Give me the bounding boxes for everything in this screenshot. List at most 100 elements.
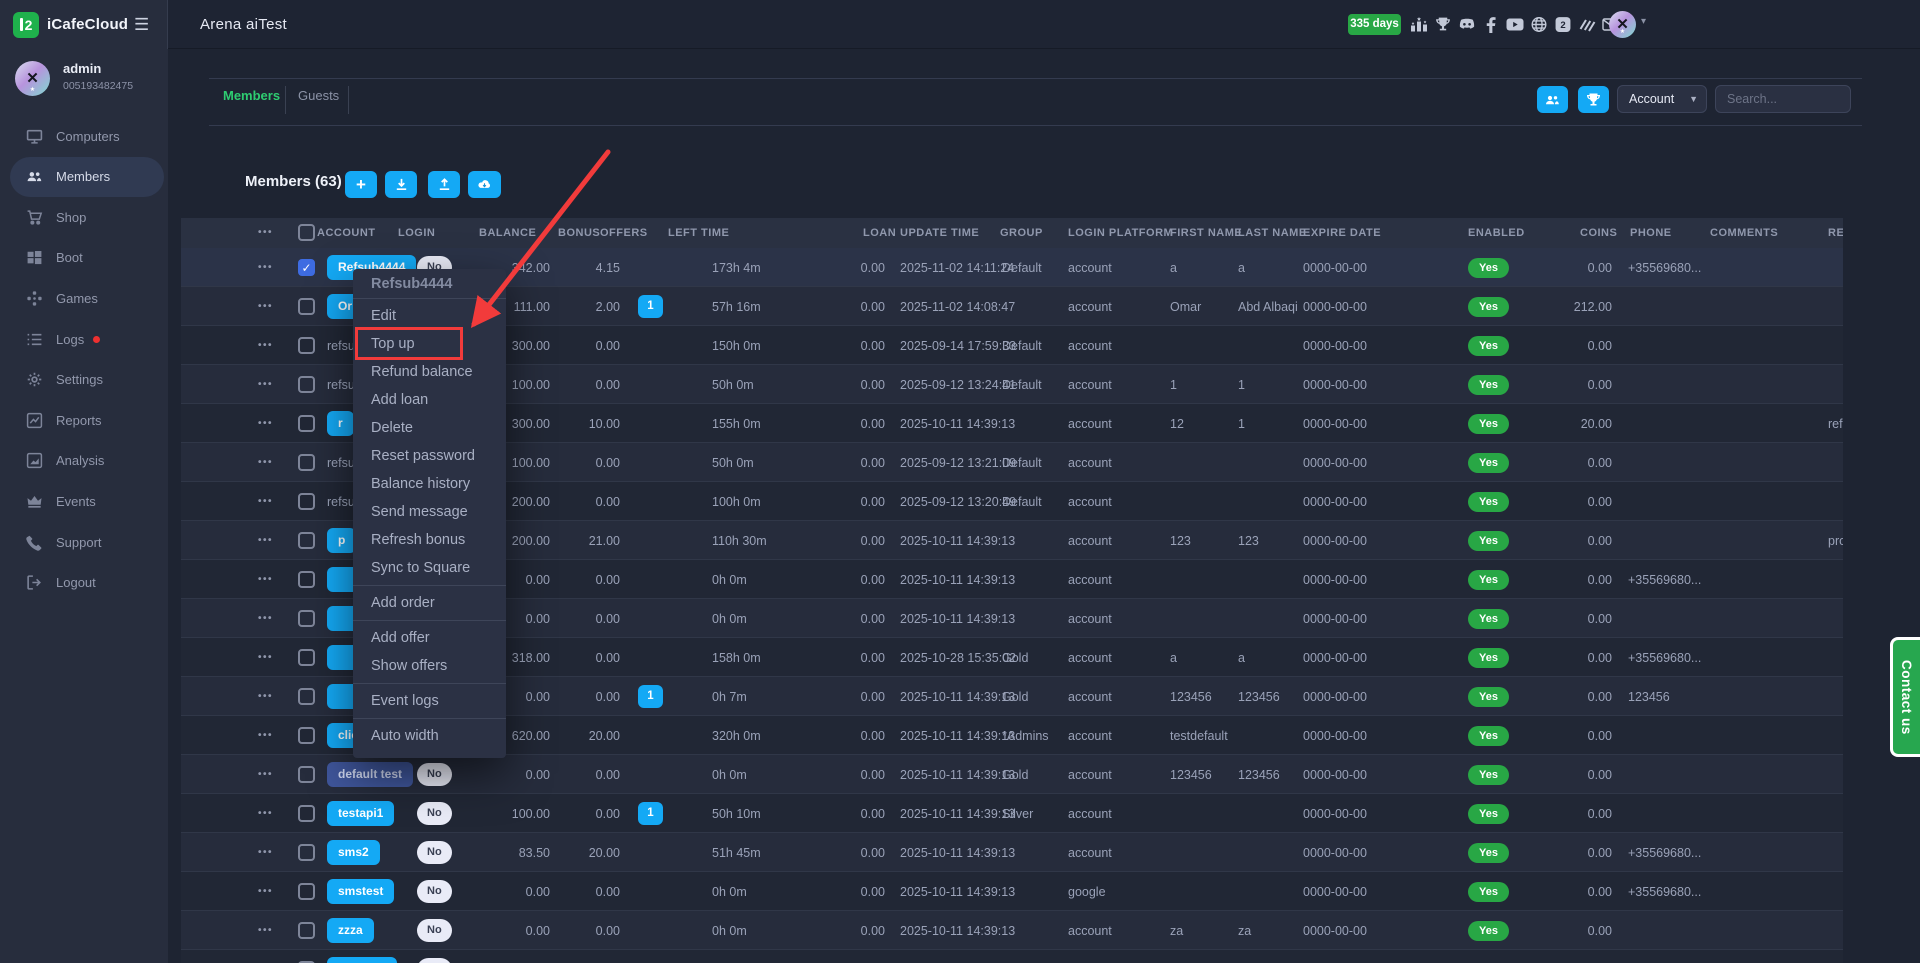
avatar[interactable]: ✕★ [15,61,50,96]
icafe-icon[interactable]: 2 [1554,16,1572,33]
column-header-account[interactable]: ACCOUNT [317,218,376,248]
offers-badge[interactable]: 1 [638,295,663,318]
sidebar-item-computers[interactable]: Computers [0,116,168,156]
column-header-group[interactable]: GROUP [1000,218,1043,248]
export-button[interactable] [428,171,460,198]
row-checkbox[interactable] [298,688,315,705]
row-actions-icon[interactable]: ••• [258,886,273,897]
row-checkbox[interactable] [298,337,315,354]
members-view-button[interactable] [1537,86,1568,113]
row-actions-icon[interactable]: ••• [258,262,273,273]
account-pill[interactable]: r [327,411,354,436]
row-checkbox[interactable] [298,883,315,900]
tab-guests[interactable]: Guests [298,88,339,103]
column-header-coins[interactable]: COINS [1580,218,1617,248]
row-actions-icon[interactable]: ••• [258,301,273,312]
sidebar-item-support[interactable]: Support [0,522,168,562]
menu-item-add-loan[interactable]: Add loan [353,386,506,414]
row-checkbox[interactable] [298,844,315,861]
row-actions-icon[interactable]: ••• [258,340,273,351]
row-actions-icon[interactable]: ••• [258,535,273,546]
menu-item-auto-width[interactable]: Auto width [353,722,506,750]
column-header-remark[interactable]: REMARK [1828,218,1843,248]
row-actions-icon[interactable]: ••• [258,847,273,858]
column-header-login[interactable]: LOGIN [398,218,435,248]
row-actions-icon[interactable]: ••• [258,457,273,468]
row-checkbox[interactable] [298,649,315,666]
sidebar-item-analysis[interactable]: Analysis [0,441,168,481]
facebook-icon[interactable] [1482,16,1500,33]
sidebar-item-boot[interactable]: Boot [0,238,168,278]
row-actions-icon[interactable]: ••• [258,496,273,507]
select-all-checkbox[interactable] [298,224,315,241]
column-header-loan[interactable]: LOAN [863,218,896,248]
row-actions-icon[interactable]: ••• [258,613,273,624]
row-actions-icon[interactable]: ••• [258,691,273,702]
menu-item-delete[interactable]: Delete [353,414,506,442]
column-header-expire[interactable]: EXPIRE DATE [1303,218,1381,248]
column-header-update_time[interactable]: UPDATE TIME [900,218,979,248]
row-actions-icon[interactable]: ••• [258,418,273,429]
column-header-left_time[interactable]: LEFT TIME [668,218,729,248]
menu-item-add-order[interactable]: Add order [353,589,506,617]
sidebar-item-logs[interactable]: Logs [0,319,168,359]
account-name[interactable]: refsu [327,339,355,353]
row-checkbox[interactable] [298,298,315,315]
account-pill[interactable]: testapi1 [327,801,394,826]
menu-item-add-offer[interactable]: Add offer [353,624,506,652]
row-checkbox[interactable] [298,493,315,510]
account-pill[interactable]: zzza [327,918,374,943]
sidebar-item-events[interactable]: Events [0,481,168,521]
trophy-icon[interactable] [1434,16,1452,33]
offers-badge[interactable]: 1 [638,685,663,708]
contact-us-tab[interactable]: Contact us [1890,637,1920,757]
row-actions-icon[interactable]: ••• [258,379,273,390]
menu-item-edit[interactable]: Edit [353,302,506,330]
column-options-icon[interactable]: ••• [258,218,273,248]
row-actions-icon[interactable]: ••• [258,769,273,780]
menu-item-balance-history[interactable]: Balance history [353,470,506,498]
row-checkbox[interactable]: ✓ [298,259,315,276]
account-pill[interactable]: smstest [327,879,394,904]
column-header-enabled[interactable]: ENABLED [1468,218,1525,248]
menu-item-refund-balance[interactable]: Refund balance [353,358,506,386]
youtube-icon[interactable] [1506,16,1524,33]
menu-item-send-message[interactable]: Send message [353,498,506,526]
search-input[interactable] [1715,85,1851,113]
row-checkbox[interactable] [298,727,315,744]
sidebar-item-games[interactable]: Games [0,278,168,318]
account-name[interactable]: refsu [327,456,355,470]
sidebar-item-settings[interactable]: Settings [0,360,168,400]
row-checkbox[interactable] [298,610,315,627]
sidebar-item-members[interactable]: Members [10,157,164,197]
cloud-sync-button[interactable] [468,171,501,198]
column-header-comments[interactable]: COMMENTS [1710,218,1778,248]
column-header-bonus[interactable]: BONUS [558,218,600,248]
menu-item-sync-to-square[interactable]: Sync to Square [353,554,506,582]
row-checkbox[interactable] [298,376,315,393]
row-checkbox[interactable] [298,571,315,588]
globe-icon[interactable] [1530,16,1548,33]
tab-members[interactable]: Members [223,88,280,103]
row-checkbox[interactable] [298,922,315,939]
row-actions-icon[interactable]: ••• [258,574,273,585]
row-actions-icon[interactable]: ••• [258,730,273,741]
user-avatar[interactable]: ✕★ [1609,11,1636,38]
row-actions-icon[interactable]: ••• [258,808,273,819]
column-header-offers[interactable]: OFFERS [600,218,648,248]
menu-item-event-logs[interactable]: Event logs [353,687,506,715]
discord-icon[interactable] [1458,16,1476,33]
row-checkbox[interactable] [298,532,315,549]
row-checkbox[interactable] [298,805,315,822]
account-pill[interactable]: default test [327,762,413,787]
account-name[interactable]: refsu [327,378,355,392]
offers-badge[interactable]: 1 [638,802,663,825]
sidebar-item-shop[interactable]: Shop [0,197,168,237]
row-actions-icon[interactable]: ••• [258,652,273,663]
import-button[interactable] [385,171,417,198]
ranking-icon[interactable] [1410,16,1428,33]
column-header-first_name[interactable]: FIRST NAME [1170,218,1242,248]
layers-icon[interactable] [1578,16,1596,33]
column-header-platform[interactable]: LOGIN PLATFORM [1068,218,1173,248]
account-pill[interactable] [327,957,397,963]
